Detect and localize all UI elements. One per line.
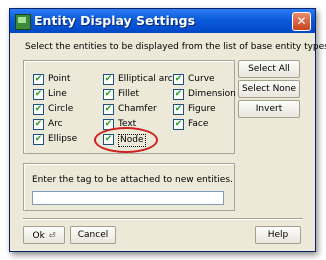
tag-input[interactable] bbox=[32, 191, 224, 205]
ok-button[interactable]: Ok ⏎ bbox=[23, 226, 65, 244]
checkbox-icon[interactable]: ✔ bbox=[33, 89, 44, 100]
highlight-annotation bbox=[94, 127, 158, 153]
checkbox-label: Fillet bbox=[118, 89, 140, 99]
checkbox-icon[interactable]: ✔ bbox=[103, 74, 114, 85]
checkbox-label: Circle bbox=[48, 104, 74, 114]
dialog-window: Entity Display Settings ✕ Select the ent… bbox=[9, 8, 326, 252]
checkbox-label: Arc bbox=[48, 119, 63, 129]
checkbox-label: Curve bbox=[188, 74, 215, 84]
checkbox-label: Point bbox=[48, 74, 71, 84]
checkbox-label: Ellipse bbox=[48, 134, 78, 144]
help-button[interactable]: Help bbox=[255, 226, 301, 244]
tag-label: Enter the tag to be attached to new enti… bbox=[32, 175, 233, 185]
checkbox-label: Line bbox=[48, 89, 67, 99]
checkbox-icon[interactable]: ✔ bbox=[173, 119, 184, 130]
checkbox-icon[interactable]: ✔ bbox=[33, 104, 44, 115]
invert-button[interactable]: Invert bbox=[238, 100, 300, 118]
select-all-button[interactable]: Select All bbox=[238, 60, 300, 78]
enter-icon: ⏎ bbox=[48, 231, 56, 240]
title-bar[interactable]: Entity Display Settings ✕ bbox=[10, 9, 315, 33]
checkbox-label: Face bbox=[188, 119, 209, 129]
checkbox-label: Elliptical arc bbox=[118, 74, 173, 84]
tag-group: Enter the tag to be attached to new enti… bbox=[23, 163, 235, 211]
window-title: Entity Display Settings bbox=[34, 13, 196, 28]
checkbox-icon[interactable]: ✔ bbox=[173, 89, 184, 100]
close-button[interactable]: ✕ bbox=[292, 12, 311, 31]
footer-separator bbox=[23, 218, 303, 220]
select-none-button[interactable]: Select None bbox=[238, 80, 300, 98]
checkbox-label: Chamfer bbox=[118, 104, 157, 114]
checkbox-icon[interactable]: ✔ bbox=[33, 119, 44, 130]
checkbox-icon[interactable]: ✔ bbox=[33, 74, 44, 85]
checkbox-label: Figure bbox=[188, 104, 216, 114]
checkbox-icon[interactable]: ✔ bbox=[103, 89, 114, 100]
app-icon bbox=[15, 14, 31, 30]
ok-button-label: Ok bbox=[32, 231, 45, 241]
instruction-text: Select the entities to be displayed from… bbox=[25, 42, 326, 52]
checkbox-label: Dimension bbox=[188, 89, 236, 99]
checkbox-icon[interactable]: ✔ bbox=[173, 104, 184, 115]
checkbox-icon[interactable]: ✔ bbox=[103, 104, 114, 115]
checkbox-icon[interactable]: ✔ bbox=[33, 134, 44, 145]
cancel-button[interactable]: Cancel bbox=[70, 226, 116, 244]
checkbox-icon[interactable]: ✔ bbox=[173, 74, 184, 85]
